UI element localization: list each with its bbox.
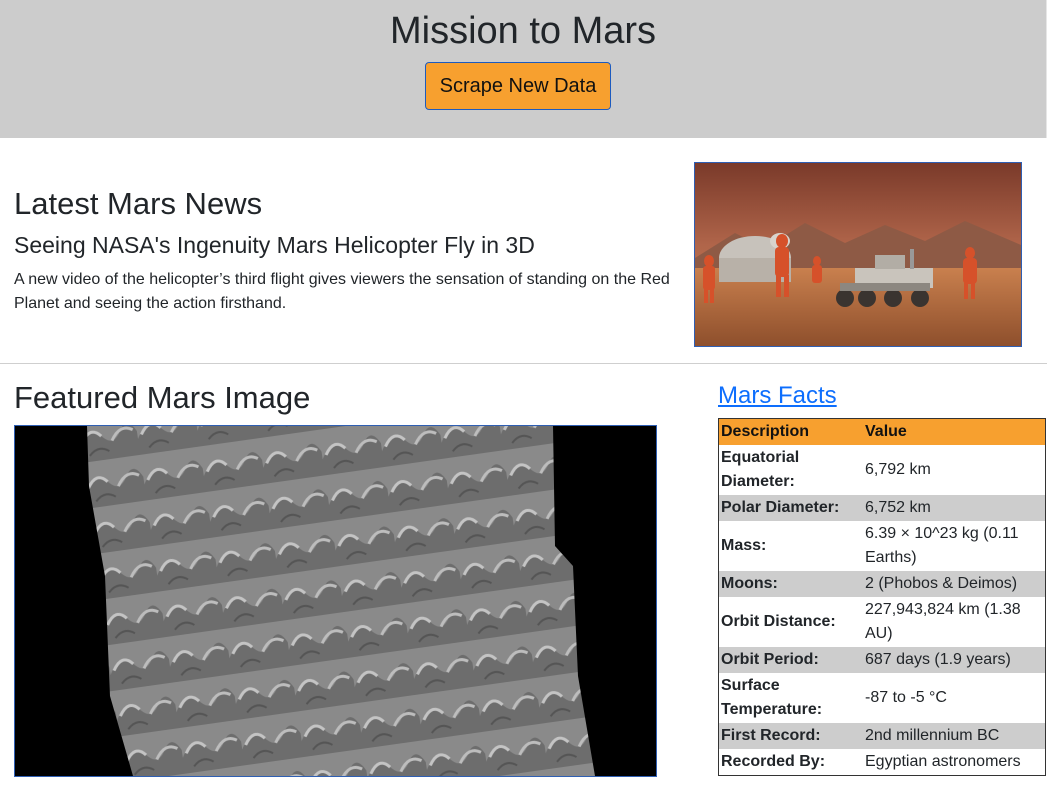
fact-value: 687 days (1.9 years) bbox=[863, 647, 1046, 673]
jumbotron-header: Mission to Mars Scrape New Data bbox=[0, 0, 1047, 138]
page-title: Mission to Mars bbox=[389, 10, 657, 52]
mars-facts-link[interactable]: Mars Facts bbox=[718, 382, 837, 410]
column-header-description: Description bbox=[718, 418, 863, 445]
column-header-value: Value bbox=[863, 418, 1046, 445]
fact-description: Equatorial Diameter: bbox=[718, 445, 863, 495]
table-row: Orbit Distance: 227,943,824 km (1.38 AU) bbox=[718, 597, 1046, 647]
mars-facts-table: Description Value Equatorial Diameter: 6… bbox=[718, 418, 1046, 776]
news-teaser: A new video of the helicopter’s third fl… bbox=[14, 271, 670, 312]
fact-value: 2nd millennium BC bbox=[863, 723, 1046, 749]
table-row: Polar Diameter: 6,752 km bbox=[718, 495, 1046, 521]
table-row: Equatorial Diameter: 6,792 km bbox=[718, 445, 1046, 495]
fact-description: Orbit Distance: bbox=[718, 597, 863, 647]
fact-description: Polar Diameter: bbox=[718, 495, 863, 521]
section-divider bbox=[0, 363, 1047, 364]
table-row: Mass: 6.39 × 10^23 kg (0.11 Earths) bbox=[718, 521, 1046, 571]
fact-description: Mass: bbox=[718, 521, 863, 571]
fact-value: 6,792 km bbox=[863, 445, 1046, 495]
scrape-new-data-button[interactable]: Scrape New Data bbox=[425, 62, 611, 110]
news-title: Seeing NASA's Ingenuity Mars Helicopter … bbox=[14, 232, 535, 258]
table-row: First Record: 2nd millennium BC bbox=[718, 723, 1046, 749]
fact-value: 227,943,824 km (1.38 AU) bbox=[863, 597, 1046, 647]
featured-image-heading: Featured Mars Image bbox=[14, 380, 311, 415]
table-row: Recorded By: Egyptian astronomers bbox=[718, 749, 1046, 776]
fact-value: 6,752 km bbox=[863, 495, 1046, 521]
fact-value: Egyptian astronomers bbox=[863, 749, 1046, 776]
table-row: Moons: 2 (Phobos & Deimos) bbox=[718, 571, 1046, 597]
fact-description: Orbit Period: bbox=[718, 647, 863, 673]
fact-description: Moons: bbox=[718, 571, 863, 597]
fact-value: -87 to -5 °C bbox=[863, 673, 1046, 723]
fact-description: Surface Temperature: bbox=[718, 673, 863, 723]
fact-description: Recorded By: bbox=[718, 749, 863, 776]
table-row: Surface Temperature: -87 to -5 °C bbox=[718, 673, 1046, 723]
fact-value: 6.39 × 10^23 kg (0.11 Earths) bbox=[863, 521, 1046, 571]
featured-mars-dunes-image bbox=[14, 425, 657, 777]
table-row: Orbit Period: 687 days (1.9 years) bbox=[718, 647, 1046, 673]
table-header-row: Description Value bbox=[718, 418, 1046, 445]
fact-description: First Record: bbox=[718, 723, 863, 749]
news-image-astronauts-rover bbox=[694, 162, 1022, 347]
latest-news-heading: Latest Mars News bbox=[14, 186, 263, 221]
fact-value: 2 (Phobos & Deimos) bbox=[863, 571, 1046, 597]
